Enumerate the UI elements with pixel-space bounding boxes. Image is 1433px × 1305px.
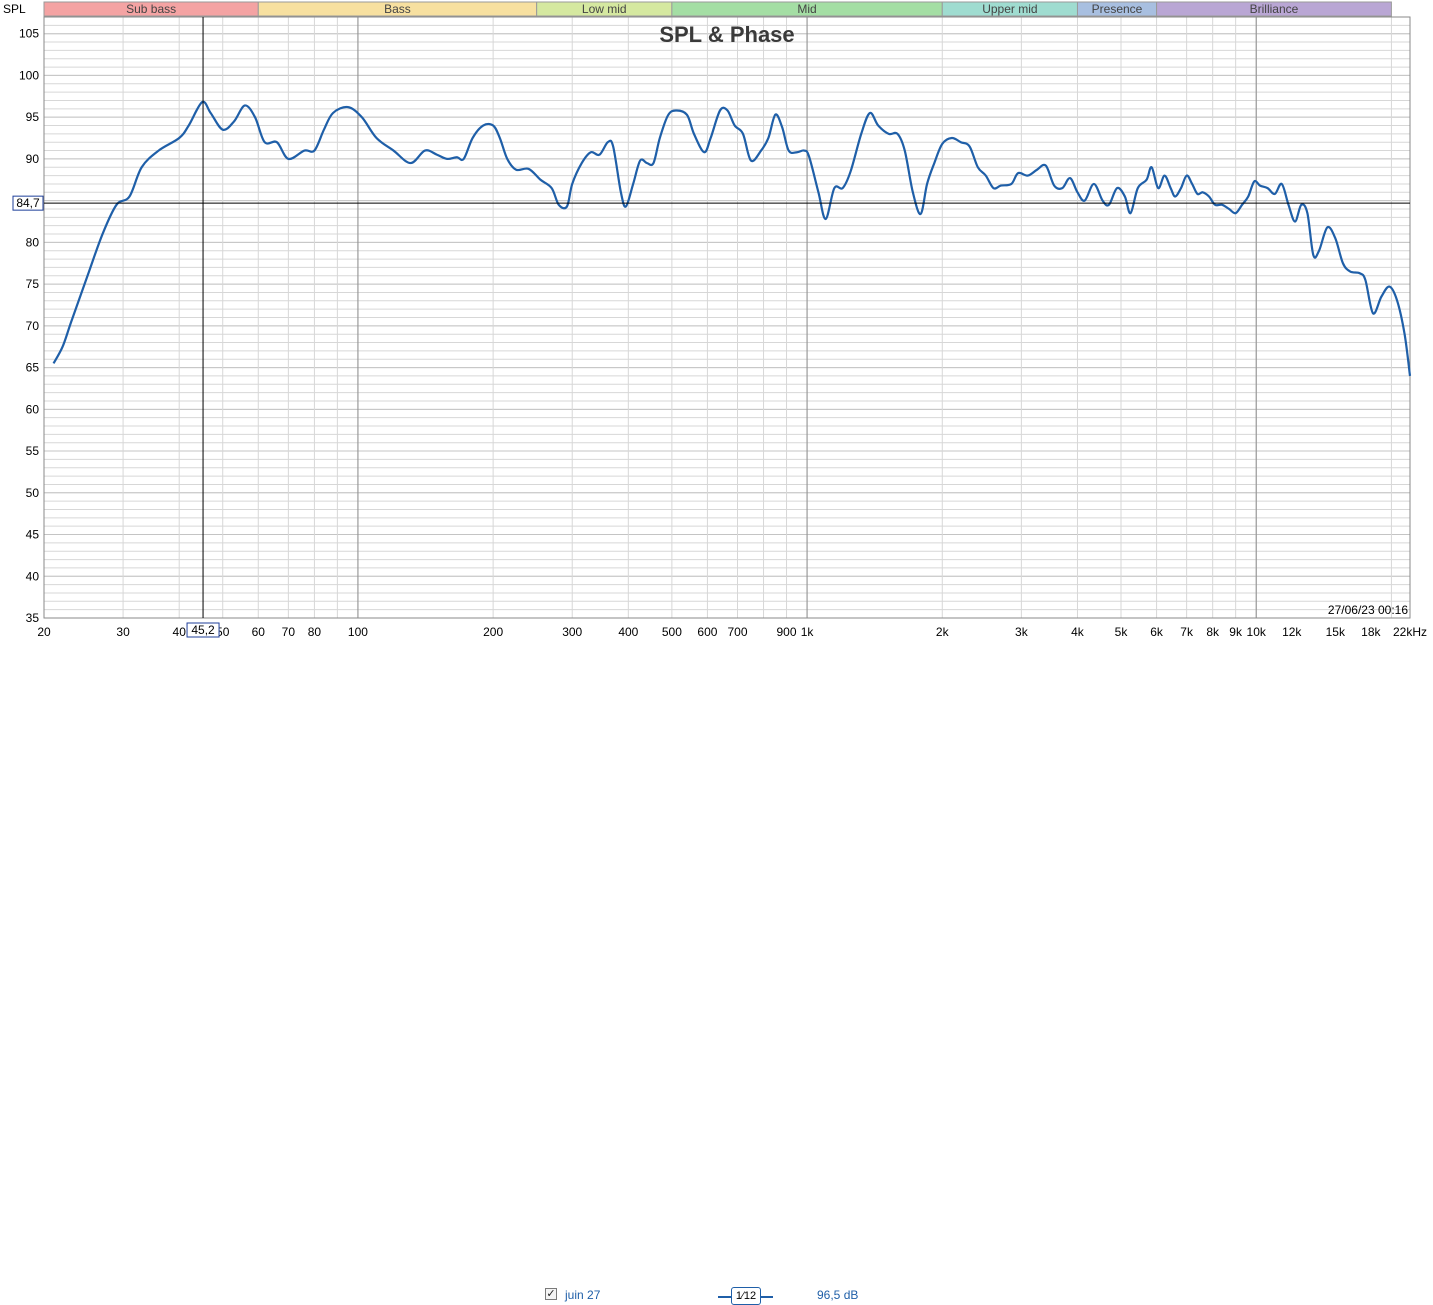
x-tick-label: 70: [282, 625, 296, 639]
x-tick-label: 20: [37, 625, 51, 639]
x-tick-label: 700: [727, 625, 747, 639]
x-tick-label: 18k: [1361, 625, 1381, 639]
band-label: Low mid: [582, 2, 627, 16]
y-tick-label: 60: [26, 402, 40, 416]
legend-bar: ✓ juin 27 1⁄12 96,5 dB: [0, 640, 1433, 1305]
x-tick-label: 40: [173, 625, 187, 639]
y-tick-label: 40: [26, 569, 40, 583]
x-tick-label: 200: [483, 625, 503, 639]
cursor-y-readout: 84,7: [16, 196, 40, 210]
x-tick-label: 60: [252, 625, 266, 639]
x-tick-label: 12k: [1282, 625, 1302, 639]
spl-chart-svg: Sub bass Bass Low mid Mid Upper mid Presence B…: [3, 1, 1427, 639]
smoothing-label[interactable]: 1⁄12: [731, 1287, 761, 1305]
chart-title: SPL & Phase: [659, 22, 794, 47]
y-tick-label: 105: [19, 27, 39, 41]
y-axis-label: SPL: [3, 2, 26, 16]
series-value-readout: 96,5 dB: [817, 1288, 859, 1302]
y-tick-label: 35: [26, 611, 40, 625]
x-tick-label: 900: [777, 625, 797, 639]
x-tick-label: 1k: [801, 625, 815, 639]
x-tick-label: 500: [662, 625, 682, 639]
x-tick-label: 400: [618, 625, 638, 639]
x-tick-label: 600: [697, 625, 717, 639]
x-tick-label: 300: [562, 625, 582, 639]
spl-chart: Sub bass Bass Low mid Mid Upper mid Presence B…: [0, 0, 1433, 670]
x-tick-label: 7k: [1180, 625, 1194, 639]
x-tick-label: 6k: [1150, 625, 1164, 639]
x-tick-label: 80: [308, 625, 322, 639]
x-tick-label: 100: [348, 625, 368, 639]
smoothing-control[interactable]: 1⁄12: [718, 1287, 773, 1305]
y-tick-label: 75: [26, 277, 40, 291]
y-tick-label: 70: [26, 319, 40, 333]
y-tick-label: 95: [26, 110, 40, 124]
y-tick-label: 45: [26, 528, 40, 542]
series-name[interactable]: juin 27: [565, 1288, 600, 1302]
x-axis-ticks: 20 30 40 50 60 70 80 100 200 300 400 500 600 700 900 1k…: [37, 625, 1427, 639]
band-label: Brilliance: [1250, 2, 1299, 16]
band-label: Mid: [797, 2, 816, 16]
x-tick-label: 10k: [1247, 625, 1267, 639]
cursor-x-readout: 45,2: [191, 623, 215, 637]
x-tick-label: 22kHz: [1393, 625, 1427, 639]
y-tick-label: 100: [19, 68, 39, 82]
x-tick-label: 5k: [1115, 625, 1129, 639]
frequency-band-bar: Sub bass Bass Low mid Mid Upper mid Presence B…: [43, 1, 1410, 17]
y-tick-label: 65: [26, 361, 40, 375]
x-tick-label: 3k: [1015, 625, 1029, 639]
band-label: Sub bass: [126, 2, 176, 16]
y-tick-label: 50: [26, 486, 40, 500]
y-tick-label: 90: [26, 152, 40, 166]
band-label: Upper mid: [982, 2, 1037, 16]
x-tick-label: 4k: [1071, 625, 1085, 639]
x-tick-label: 2k: [936, 625, 950, 639]
band-label: Bass: [384, 2, 411, 16]
x-tick-label: 8k: [1206, 625, 1220, 639]
band-label: Presence: [1092, 2, 1143, 16]
x-tick-label: 15k: [1326, 625, 1346, 639]
y-tick-label: 55: [26, 444, 40, 458]
x-tick-label: 30: [116, 625, 130, 639]
x-tick-label: 9k: [1229, 625, 1243, 639]
timestamp: 27/06/23 00:16: [1328, 603, 1408, 617]
series-checkbox[interactable]: ✓: [545, 1288, 557, 1300]
y-axis-ticks: 35404550556065707580859095100105: [19, 27, 39, 625]
y-tick-label: 80: [26, 235, 40, 249]
